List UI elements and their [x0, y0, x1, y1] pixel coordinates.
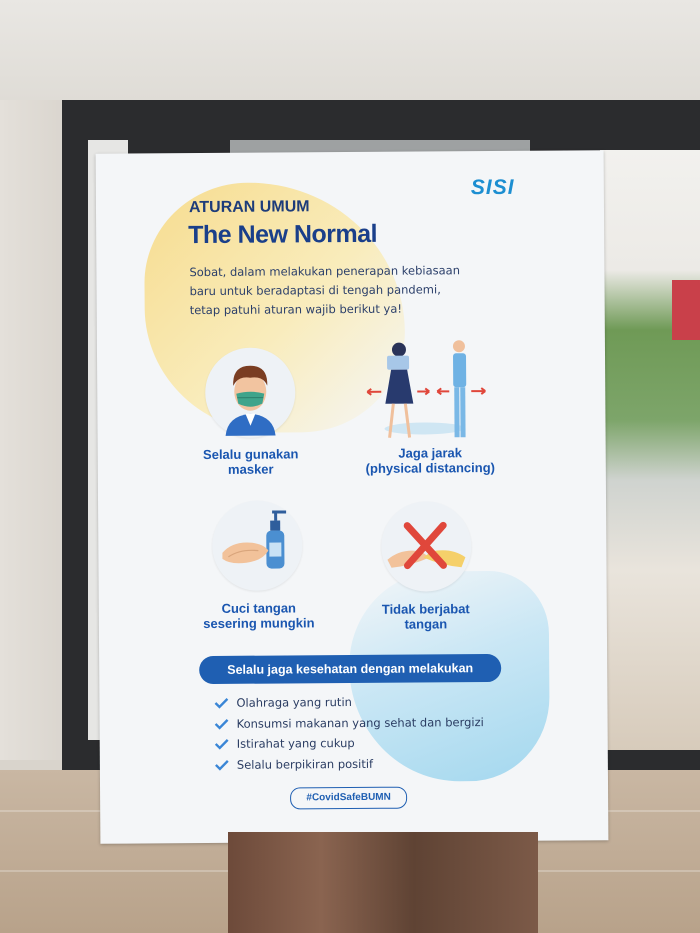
sisi-logo: SISI — [470, 175, 515, 200]
intro-text: Sobat, dalam melakukan penerapan kebiasa… — [189, 261, 489, 320]
checklist-text: Selalu berpikiran positif — [236, 756, 374, 772]
caption-line: Tidak berjabat — [381, 601, 470, 617]
caption-line: Cuci tangan — [221, 600, 297, 616]
hand-washing-icon — [212, 500, 303, 591]
physical-distancing-icon — [359, 333, 500, 444]
check-icon — [215, 759, 229, 771]
health-checklist: Olahraga yang rutin Konsumsi makanan yan… — [214, 691, 484, 775]
rule-caption-handwash: Cuci tangan sesering mungkin — [199, 600, 319, 631]
list-item: Olahraga yang rutin — [214, 691, 483, 713]
rule-caption-distancing: Jaga jarak (physical distancing) — [348, 445, 513, 476]
checklist-text: Istirahat yang cukup — [236, 736, 355, 752]
poster-subtitle: ATURAN UMUM — [188, 198, 310, 217]
rule-caption-mask: Selalu gunakan masker — [191, 446, 311, 477]
new-normal-poster: SISI ATURAN UMUM The New Normal Sobat, d… — [95, 150, 609, 844]
intro-line: Sobat, dalam melakukan penerapan kebiasa… — [189, 263, 461, 280]
caption-line: masker — [227, 461, 274, 477]
check-icon — [214, 718, 229, 730]
rule-caption-handshake: Tidak berjabat tangan — [361, 601, 491, 632]
no-handshake-icon — [381, 501, 472, 592]
ceiling — [0, 0, 700, 110]
caption-line: Jaga jarak — [398, 445, 463, 461]
outside-view — [600, 150, 700, 750]
caption-line: (physical distancing) — [365, 460, 496, 476]
person-behind-poster — [228, 832, 538, 933]
hashtag-badge: #CovidSafeBUMN — [290, 786, 408, 810]
health-banner: Selalu jaga kesehatan dengan melakukan — [199, 653, 502, 685]
caption-line: Selalu gunakan — [202, 446, 299, 463]
list-item: Selalu berpikiran positif — [215, 753, 484, 775]
outside-flag — [672, 280, 700, 340]
checklist-text: Olahraga yang rutin — [236, 695, 352, 711]
list-item: Istirahat yang cukup — [214, 732, 484, 754]
check-icon — [214, 698, 229, 709]
caption-line: tangan — [404, 616, 448, 632]
list-item: Konsumsi makanan yang sehat dan bergizi — [214, 712, 484, 734]
check-icon — [214, 739, 229, 750]
mask-person-icon — [204, 347, 296, 439]
checklist-text: Konsumsi makanan yang sehat dan bergizi — [236, 714, 484, 731]
intro-line: baru untuk beradaptasi di tengah pandemi… — [189, 282, 441, 299]
poster-title: The New Normal — [188, 219, 378, 250]
intro-line: tetap patuhi aturan wajib berikut ya! — [189, 301, 403, 318]
caption-line: sesering mungkin — [203, 615, 315, 632]
